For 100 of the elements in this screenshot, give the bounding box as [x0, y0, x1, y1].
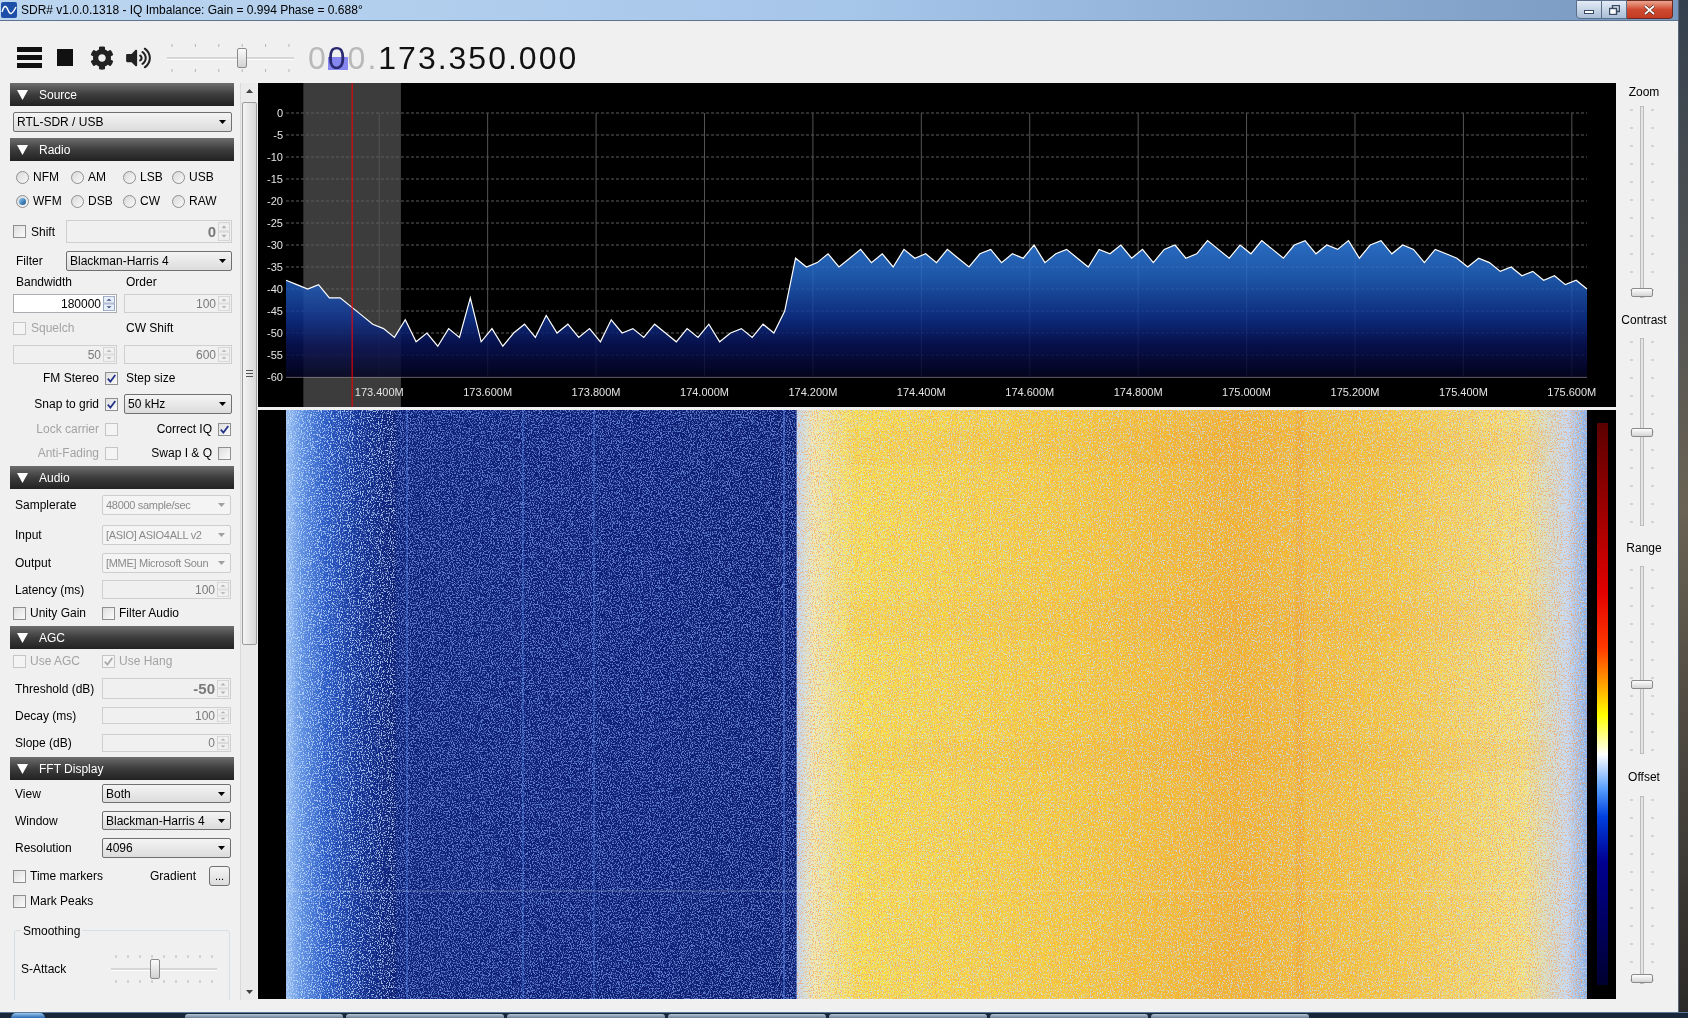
- taskbar-button[interactable]: [990, 1014, 1148, 1018]
- taskbar-button[interactable]: [507, 1014, 665, 1018]
- volume-slider[interactable]: [167, 42, 294, 73]
- axis-label: 175.200M: [1330, 386, 1380, 398]
- taskbar-button[interactable]: [1151, 1014, 1309, 1018]
- axis-label: 174.400M: [896, 386, 946, 398]
- axis-label: 173.800M: [571, 386, 621, 398]
- gradient-button[interactable]: ...: [209, 866, 230, 886]
- close-icon: [1644, 4, 1655, 15]
- taskbar-button[interactable]: [346, 1014, 504, 1018]
- dropdown[interactable]: Blackman-Harris 4: [102, 811, 231, 830]
- caret-icon: [218, 818, 225, 823]
- vertical-slider[interactable]: [1627, 104, 1657, 300]
- radio-label: NFM: [33, 170, 59, 184]
- dropdown[interactable]: 4096: [102, 838, 231, 858]
- scrollbar[interactable]: [240, 83, 257, 1000]
- menu-icon[interactable]: [17, 47, 42, 68]
- radio-button[interactable]: [123, 170, 136, 184]
- radio-button[interactable]: [71, 194, 84, 208]
- radio-button[interactable]: [16, 170, 29, 184]
- checkbox[interactable]: [218, 422, 231, 436]
- spin-box[interactable]: 180000: [13, 294, 117, 313]
- dropdown[interactable]: Blackman-Harris 4: [66, 251, 232, 271]
- dropdown[interactable]: Both: [102, 784, 231, 803]
- vertical-slider[interactable]: [1627, 794, 1657, 986]
- field-label: S-Attack: [21, 962, 67, 976]
- radio-button[interactable]: [16, 194, 29, 208]
- field-label: Input: [15, 528, 42, 542]
- section-header[interactable]: Audio: [10, 466, 234, 489]
- close-button[interactable]: [1627, 0, 1673, 19]
- taskbar-button[interactable]: [668, 1014, 826, 1018]
- checkbox[interactable]: [13, 606, 26, 620]
- slider-thumb[interactable]: [1631, 974, 1653, 983]
- taskbar-button[interactable]: [185, 1014, 343, 1018]
- checkbox-label: Swap I & Q: [151, 446, 212, 460]
- radio-button[interactable]: [172, 194, 185, 208]
- checkbox[interactable]: [105, 397, 118, 411]
- vertical-slider[interactable]: [1627, 564, 1657, 756]
- axis-label: 173.400M: [354, 386, 404, 398]
- axis-label: -15: [267, 173, 283, 185]
- speaker-icon[interactable]: [126, 46, 151, 69]
- slider-thumb[interactable]: [1631, 680, 1653, 690]
- start-button[interactable]: [11, 1013, 45, 1018]
- frequency-digits[interactable]: 173.350.000: [378, 41, 579, 74]
- axis-label: 174.000M: [680, 386, 729, 398]
- axis-label: -25: [267, 217, 283, 229]
- minimize-button[interactable]: [1576, 0, 1602, 19]
- dropdown[interactable]: 50 kHz: [124, 394, 232, 414]
- checkbox-label: Unity Gain: [30, 606, 87, 620]
- axis-label: 174.800M: [1113, 386, 1163, 398]
- radio-button[interactable]: [123, 194, 136, 208]
- radio-label: AM: [88, 170, 106, 184]
- caret-icon: [219, 402, 226, 406]
- axis-label: -45: [267, 305, 283, 317]
- radio-button[interactable]: [71, 170, 84, 184]
- dropdown[interactable]: RTL-SDR / USB: [13, 112, 232, 132]
- spinner-arrows-icon: [217, 709, 229, 722]
- checkbox[interactable]: [102, 606, 115, 620]
- axis-label: -5: [273, 129, 283, 141]
- field-label: Resolution: [15, 841, 72, 855]
- caret-icon: [218, 561, 225, 565]
- field-label: Latency (ms): [15, 582, 85, 597]
- radio-label: WFM: [33, 194, 62, 208]
- window-title: SDR# v1.0.0.1318 - IQ Imbalance: Gain = 0.994 Phase = 0.688°: [21, 3, 363, 17]
- grip-icon: [245, 370, 253, 377]
- restore-icon: [1608, 4, 1620, 15]
- scrollbar-thumb[interactable]: [241, 102, 257, 645]
- checkbox-label: Snap to grid: [34, 397, 99, 411]
- checkbox[interactable]: [13, 894, 26, 908]
- field-label: Step size: [126, 371, 176, 385]
- slider-thumb[interactable]: [150, 959, 160, 979]
- group-title: Smoothing: [23, 924, 81, 938]
- axis-label: -50: [267, 327, 283, 339]
- scroll-down-icon[interactable]: [245, 990, 253, 994]
- taskbar-button[interactable]: [829, 1014, 987, 1018]
- scroll-up-icon[interactable]: [245, 89, 253, 93]
- restore-button[interactable]: [1602, 0, 1627, 19]
- checkbox[interactable]: [105, 371, 118, 385]
- slider-label: Offset: [1628, 769, 1660, 785]
- checkbox-label: Shift: [31, 224, 55, 239]
- settings-icon[interactable]: [90, 45, 114, 70]
- section-header[interactable]: FFT Display: [10, 757, 234, 780]
- radio-button[interactable]: [172, 170, 185, 184]
- spinner-arrows-icon: [217, 582, 229, 597]
- checkbox[interactable]: [218, 446, 231, 460]
- slider-track[interactable]: [111, 954, 217, 984]
- minimize-icon: [1584, 10, 1594, 14]
- checkbox[interactable]: [13, 225, 26, 238]
- radio-label: CW: [140, 194, 160, 208]
- axis-label: 175.600M: [1547, 386, 1597, 398]
- slider-thumb[interactable]: [236, 47, 247, 68]
- slider-thumb[interactable]: [1631, 288, 1653, 297]
- section-header[interactable]: Radio: [10, 138, 234, 161]
- slider-thumb[interactable]: [1631, 427, 1653, 437]
- checkbox[interactable]: [13, 869, 26, 883]
- section-header[interactable]: AGC: [10, 626, 234, 649]
- vertical-slider[interactable]: [1627, 336, 1657, 528]
- field-label: Gradient: [150, 869, 197, 883]
- section-header[interactable]: Source: [10, 83, 234, 106]
- axis-label: 174.600M: [1005, 386, 1055, 398]
